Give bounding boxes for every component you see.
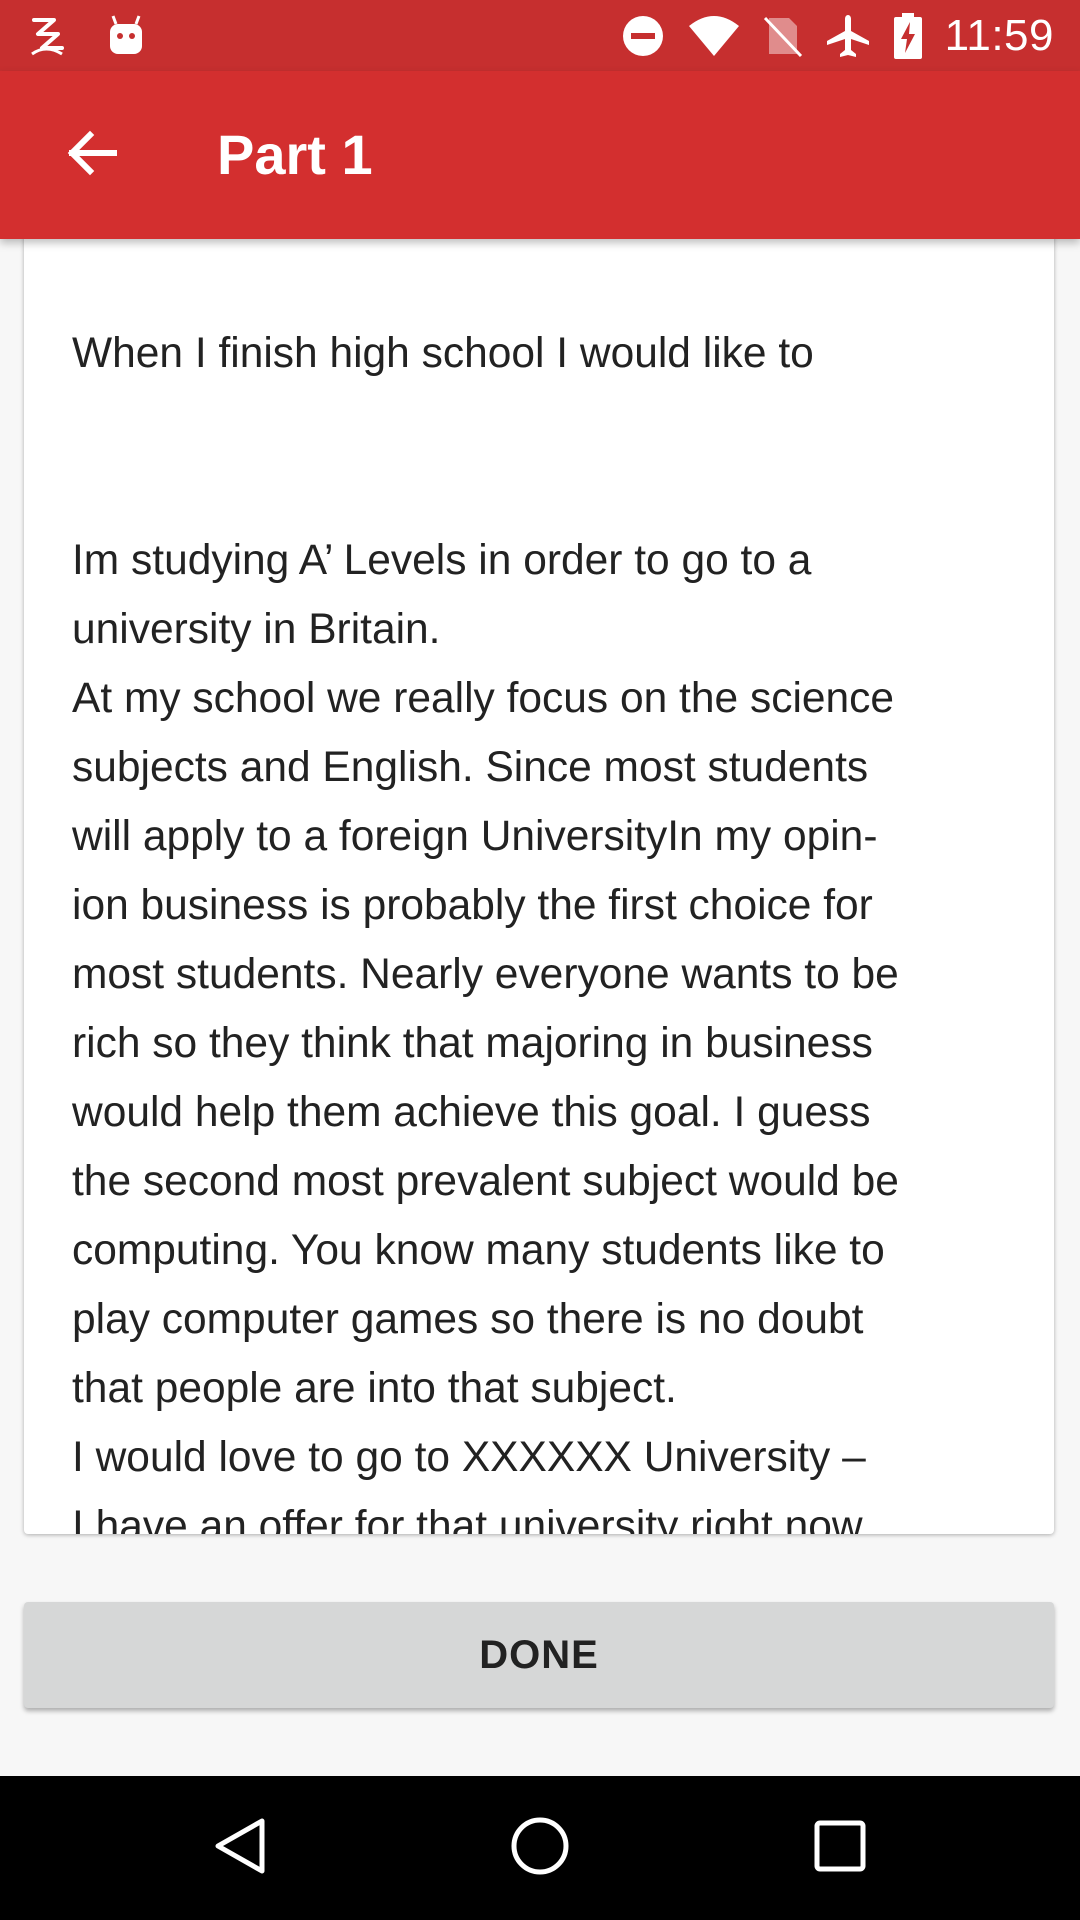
content-card[interactable]: When I finish high school I would like t… (24, 190, 1054, 1534)
text-line: will apply to a foreign UniversityIn my … (72, 813, 878, 860)
text-line: I would love to go to XXXXXX University … (72, 1434, 866, 1481)
android-notification-icon (106, 14, 146, 58)
text-line-clipped: When I finish high school I would like t… (72, 330, 814, 377)
text-line: computing. You know many students like t… (72, 1227, 885, 1274)
nav-home-button[interactable] (490, 1798, 590, 1898)
done-button[interactable]: DONE (24, 1602, 1054, 1708)
battery-charging-icon (893, 13, 923, 59)
wifi-icon (687, 14, 741, 58)
text-line: At my school we really focus on the scie… (72, 675, 895, 722)
text-line: ion business is probably the first choic… (72, 882, 873, 929)
nav-recents-button[interactable] (790, 1798, 890, 1898)
text-line: university in Britain. (72, 606, 441, 653)
no-sim-icon (763, 14, 803, 58)
back-triangle-icon (212, 1817, 268, 1880)
navigation-bar (0, 1776, 1080, 1920)
arrow-back-icon (66, 129, 118, 182)
nav-back-button[interactable] (190, 1798, 290, 1898)
home-circle-icon (510, 1816, 570, 1881)
text-line: the second most prevalent subject would … (72, 1158, 899, 1205)
airplane-mode-icon (825, 13, 871, 59)
recents-square-icon (814, 1820, 866, 1877)
do-not-disturb-icon (621, 14, 665, 58)
text-line: play computer games so there is no doubt (72, 1296, 864, 1343)
text-line: rich so they think that majoring in busi… (72, 1020, 873, 1067)
text-line: subjects and English. Since most student… (72, 744, 869, 791)
app-bar: Part 1 (0, 71, 1080, 239)
text-line: most students. Nearly everyone wants to … (72, 951, 899, 998)
answer-text: When I finish high school I would like t… (72, 190, 1040, 1534)
done-button-label: DONE (479, 1632, 599, 1677)
app-notification-icon (28, 14, 68, 58)
text-line: I have an offer for that university righ… (72, 1503, 863, 1534)
status-time: 11:59 (944, 11, 1054, 60)
back-button[interactable] (52, 115, 132, 195)
text-line: Im studying A’ Levels in order to go to … (72, 537, 812, 584)
page-title: Part 1 (217, 123, 373, 186)
text-line: that people are into that subject. (72, 1365, 677, 1412)
status-bar: 11:59 (0, 0, 1080, 71)
text-line: would help them achieve this goal. I gue… (72, 1089, 871, 1136)
